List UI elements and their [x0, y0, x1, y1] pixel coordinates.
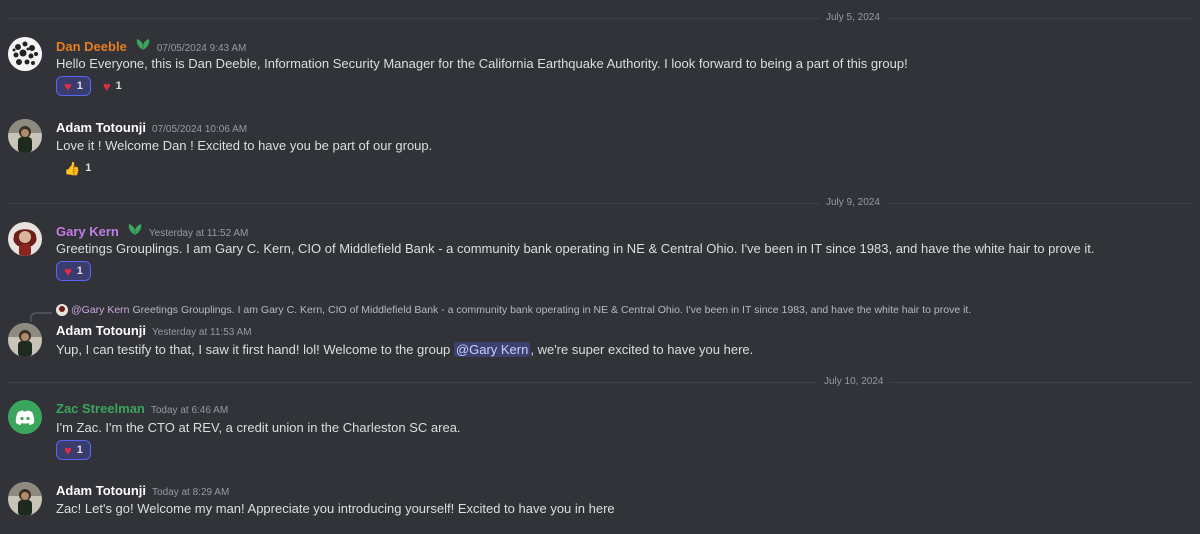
date-divider: July 9, 2024: [8, 196, 1192, 210]
reply-preview[interactable]: @Gary Kern Greetings Grouplings. I am Ga…: [56, 304, 971, 316]
reaction-heart[interactable]: ♥ 1: [56, 76, 91, 96]
message-content: I'm Zac. I'm the CTO at REV, a credit un…: [56, 420, 461, 435]
reaction-count: 1: [76, 80, 83, 92]
reaction-count: 1: [115, 80, 122, 92]
message-content: Hello Everyone, this is Dan Deeble, Info…: [56, 56, 908, 71]
message-header: Gary Kern Yesterday at 11:52 AM: [56, 222, 248, 239]
reaction-count: 1: [76, 265, 83, 277]
message-text: , we're super excited to have you here.: [530, 342, 754, 357]
heart-icon: ♥: [64, 442, 72, 458]
date-divider: July 10, 2024: [8, 375, 1192, 389]
message-timestamp: Today at 6:46 AM: [150, 405, 229, 416]
message-content: Greetings Grouplings. I am Gary C. Kern,…: [56, 241, 1095, 256]
username[interactable]: Adam Totounji: [56, 120, 146, 135]
leaf-badge-icon: [135, 37, 151, 51]
user-mention[interactable]: @Gary Kern: [453, 342, 531, 357]
message-header: Adam Totounji Yesterday at 11:53 AM: [56, 323, 252, 338]
reply-excerpt: Greetings Grouplings. I am Gary C. Kern,…: [132, 304, 972, 316]
avatar[interactable]: [8, 119, 42, 153]
message-timestamp: 07/05/2024 9:43 AM: [156, 43, 247, 54]
message-timestamp: Yesterday at 11:53 AM: [152, 327, 252, 338]
date-divider-label: July 9, 2024: [820, 196, 886, 210]
date-divider: July 5, 2024: [8, 11, 1192, 25]
avatar[interactable]: [8, 222, 42, 256]
username[interactable]: Dan Deeble: [56, 39, 127, 54]
reply-connector: [30, 312, 52, 322]
message-header: Dan Deeble 07/05/2024 9:43 AM: [56, 37, 246, 54]
reaction-list: 👍 1: [56, 158, 99, 178]
message-content: Yup, I can testify to that, I saw it fir…: [56, 341, 753, 359]
reaction-list: ♥ 1: [56, 440, 91, 460]
reply-author[interactable]: @Gary Kern: [71, 304, 130, 316]
username[interactable]: Gary Kern: [56, 224, 119, 239]
reaction-heart[interactable]: ♥ 1: [56, 440, 91, 460]
reaction-count: 1: [85, 162, 92, 174]
message-timestamp: Today at 8:29 AM: [152, 487, 230, 498]
message-timestamp: Yesterday at 11:52 AM: [148, 228, 249, 239]
reaction-list: ♥ 1 ♥ 1: [56, 76, 130, 96]
reaction-count: 1: [76, 444, 83, 456]
message-content: Zac! Let's go! Welcome my man! Appreciat…: [56, 501, 615, 516]
date-divider-label: July 10, 2024: [818, 375, 890, 389]
heart-icon: ♥: [64, 78, 72, 94]
heart-icon: ♥: [64, 263, 72, 279]
username[interactable]: Adam Totounji: [56, 323, 146, 338]
message-content: Love it ! Welcome Dan ! Excited to have …: [56, 138, 433, 153]
reaction-heart[interactable]: ♥ 1: [95, 76, 130, 96]
reaction-heart[interactable]: ♥ 1: [56, 261, 91, 281]
heart-icon: ♥: [102, 78, 111, 94]
avatar[interactable]: [8, 323, 42, 357]
message-header: Adam Totounji 07/05/2024 10:06 AM: [56, 120, 247, 135]
username[interactable]: Adam Totounji: [56, 483, 146, 498]
date-divider-label: July 5, 2024: [820, 11, 886, 25]
message-header: Zac Streelman Today at 6:46 AM: [56, 401, 228, 416]
avatar[interactable]: [8, 37, 42, 71]
avatar[interactable]: [8, 482, 42, 516]
message-header: Adam Totounji Today at 8:29 AM: [56, 483, 229, 498]
thumbs-up-icon: 👍: [64, 160, 81, 176]
message-text: Yup, I can testify to that, I saw it fir…: [56, 342, 454, 357]
reaction-list: ♥ 1: [56, 261, 91, 281]
leaf-badge-icon: [127, 222, 143, 236]
reply-avatar: [56, 304, 68, 316]
reaction-thumbs-up[interactable]: 👍 1: [56, 158, 99, 178]
avatar[interactable]: [8, 400, 42, 434]
message-timestamp: 07/05/2024 10:06 AM: [152, 124, 248, 135]
username[interactable]: Zac Streelman: [56, 401, 145, 416]
